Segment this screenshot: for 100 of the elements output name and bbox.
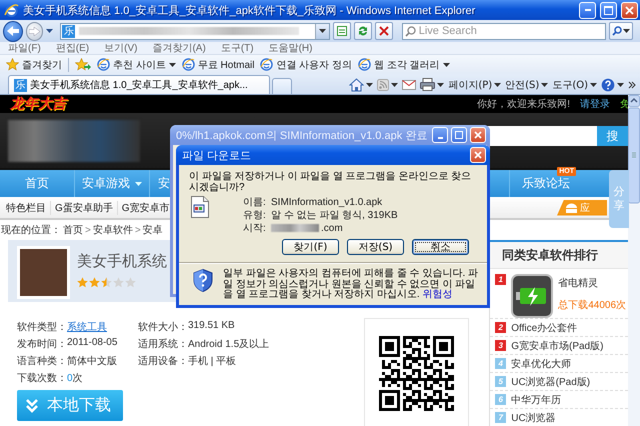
caret-icon (437, 82, 444, 86)
favorites-link[interactable]: 추천 사이트 (97, 58, 176, 72)
home-icon[interactable] (349, 78, 364, 92)
dropdown-arrow-icon[interactable] (46, 29, 54, 33)
photo-placeholder (17, 246, 70, 299)
search-icon (404, 26, 416, 36)
close-button[interactable] (621, 2, 638, 18)
question-text: 이 파일을 저장하거나 이 파일을 열 프로그램을 온라인으로 찾으시겠습니까? (189, 171, 472, 193)
dialog-title: 파일 다운로드 (182, 148, 252, 162)
help-icon[interactable] (601, 78, 615, 92)
rank-badge: 7 (495, 412, 506, 423)
caret-icon (617, 82, 624, 86)
login-link[interactable]: 请登录 (580, 97, 610, 111)
caret-icon (541, 82, 548, 86)
site-favicon: 乐 (62, 24, 76, 38)
breadcrumb-link[interactable]: 安卓软件 (92, 223, 133, 237)
compatibility-button[interactable] (333, 22, 352, 40)
caret-icon (590, 82, 597, 86)
address-dropdown-button[interactable] (315, 24, 330, 38)
warning-text: 일부 파일은 사용자의 컴퓨터에 피해를 줄 수 있습니다. 파일 정보가 의심스럽거나 원본을 신뢰할 수 없으면 이 파일을 열 프로그램을 찾거나 저장하지 마십시오. 위험성 (223, 269, 479, 300)
field-value: .com (271, 223, 398, 235)
site-logo: 龙年大吉 (10, 95, 66, 113)
browser-tab[interactable]: 乐 美女手机系统信息 1.0_安卓工具_安卓软件_apk... (8, 75, 270, 94)
detail-label: 适用设备： (138, 354, 188, 368)
dialog-button[interactable]: 취소 (412, 239, 469, 255)
dialog-button[interactable]: 찾기(F) (282, 239, 339, 255)
risk-link[interactable]: 위험성 (422, 289, 452, 300)
print-icon[interactable] (420, 78, 436, 91)
subnav-item[interactable]: G蛋安卓助手 (51, 200, 118, 214)
star-icon (101, 277, 112, 288)
star-icon (125, 277, 136, 288)
scrollbar[interactable] (628, 95, 640, 426)
breadcrumb-link[interactable]: 安卓 (142, 223, 163, 237)
detail-label: 软件类型： (17, 320, 67, 334)
caret-icon (622, 29, 630, 33)
menu-item[interactable]: 도움말(H) (268, 41, 312, 55)
chevron-down-icon (25, 398, 39, 412)
search-button[interactable] (608, 22, 634, 40)
subnav-item[interactable]: 特色栏目 (0, 200, 51, 214)
star-icon (6, 58, 19, 71)
favorites-button[interactable]: 즐겨찾기 (6, 58, 62, 72)
breadcrumb-separator: > (85, 224, 91, 236)
star-icon (89, 277, 100, 288)
close-button[interactable] (470, 147, 486, 163)
maximize-button[interactable] (451, 127, 467, 143)
app-name-link[interactable]: UC浏览器 (511, 410, 556, 424)
command-menu[interactable]: 페이지(P) (448, 78, 502, 92)
app-name-link[interactable]: 安卓优化大师 (511, 356, 572, 370)
command-menu[interactable]: 도구(O) (552, 78, 597, 92)
maximize-icon (455, 131, 463, 139)
back-button[interactable] (3, 20, 23, 42)
detail-label: 发布时间： (17, 338, 67, 350)
stop-icon (378, 26, 389, 36)
star-icon (113, 277, 124, 288)
search-field[interactable]: Live Search (402, 22, 606, 40)
detail-value: 手机 | 平板 (188, 354, 236, 368)
breadcrumb-link[interactable]: 首页 (63, 223, 83, 237)
download-total: 总下载44006次 (558, 298, 626, 312)
app-name-link[interactable]: 中华万年历 (511, 392, 562, 406)
maximize-button[interactable] (600, 2, 617, 18)
caret-icon (494, 82, 502, 86)
favorites-link[interactable]: 웹 조각 갤러리 (358, 58, 450, 72)
browser-logo-icon (182, 58, 195, 71)
rank-badge: 6 (495, 394, 506, 405)
minimize-button[interactable] (579, 2, 596, 18)
menu-item[interactable]: 보기(V) (104, 41, 138, 55)
app-name-link[interactable]: G宽安卓市场(Pad版) (511, 338, 604, 352)
minimize-button[interactable] (432, 127, 448, 143)
refresh-button[interactable] (354, 22, 372, 40)
address-field[interactable]: 乐 (60, 22, 330, 40)
chevron-icon[interactable] (628, 80, 636, 88)
command-menu[interactable]: 안전(S) (505, 78, 548, 92)
stop-button[interactable] (374, 22, 393, 40)
app-name-link[interactable]: UC浏览器(Pad版) (511, 374, 590, 388)
menu-item[interactable]: 파일(F) (8, 41, 41, 55)
app-name-link[interactable]: 省电精灵 (558, 276, 626, 290)
shield-question-icon (193, 269, 213, 292)
dialog-button[interactable]: 저장(S) (347, 239, 404, 255)
caret-icon (319, 29, 326, 33)
app-name-link[interactable]: Office办公套件 (511, 320, 578, 334)
category-link[interactable]: 系统工具 (67, 320, 107, 334)
mail-icon[interactable] (402, 80, 416, 90)
menu-item[interactable]: 즐겨찾기(A) (152, 41, 206, 55)
rank-badge: 5 (495, 376, 506, 387)
star-icon (77, 277, 88, 288)
close-icon (474, 131, 482, 139)
field-label: 시작: (243, 223, 267, 235)
detail-value: Android 1.5及以上 (188, 338, 270, 350)
favorites-link[interactable]: 연결 사용자 정의 (260, 58, 352, 72)
favorites-link[interactable]: 무료 Hotmail (182, 58, 254, 72)
menu-item[interactable]: 편집(E) (56, 41, 90, 55)
forward-arrow-icon (29, 26, 40, 36)
breadcrumb-separator: > (134, 224, 141, 236)
page-icon (336, 25, 348, 37)
close-button[interactable] (470, 127, 486, 143)
add-favorite-icon[interactable] (75, 58, 91, 71)
subnav-item[interactable]: G宽安卓市 (118, 200, 174, 214)
menu-item[interactable]: 도구(T) (220, 41, 254, 55)
battery-app-icon (511, 274, 554, 318)
browser-logo-icon (358, 58, 372, 71)
